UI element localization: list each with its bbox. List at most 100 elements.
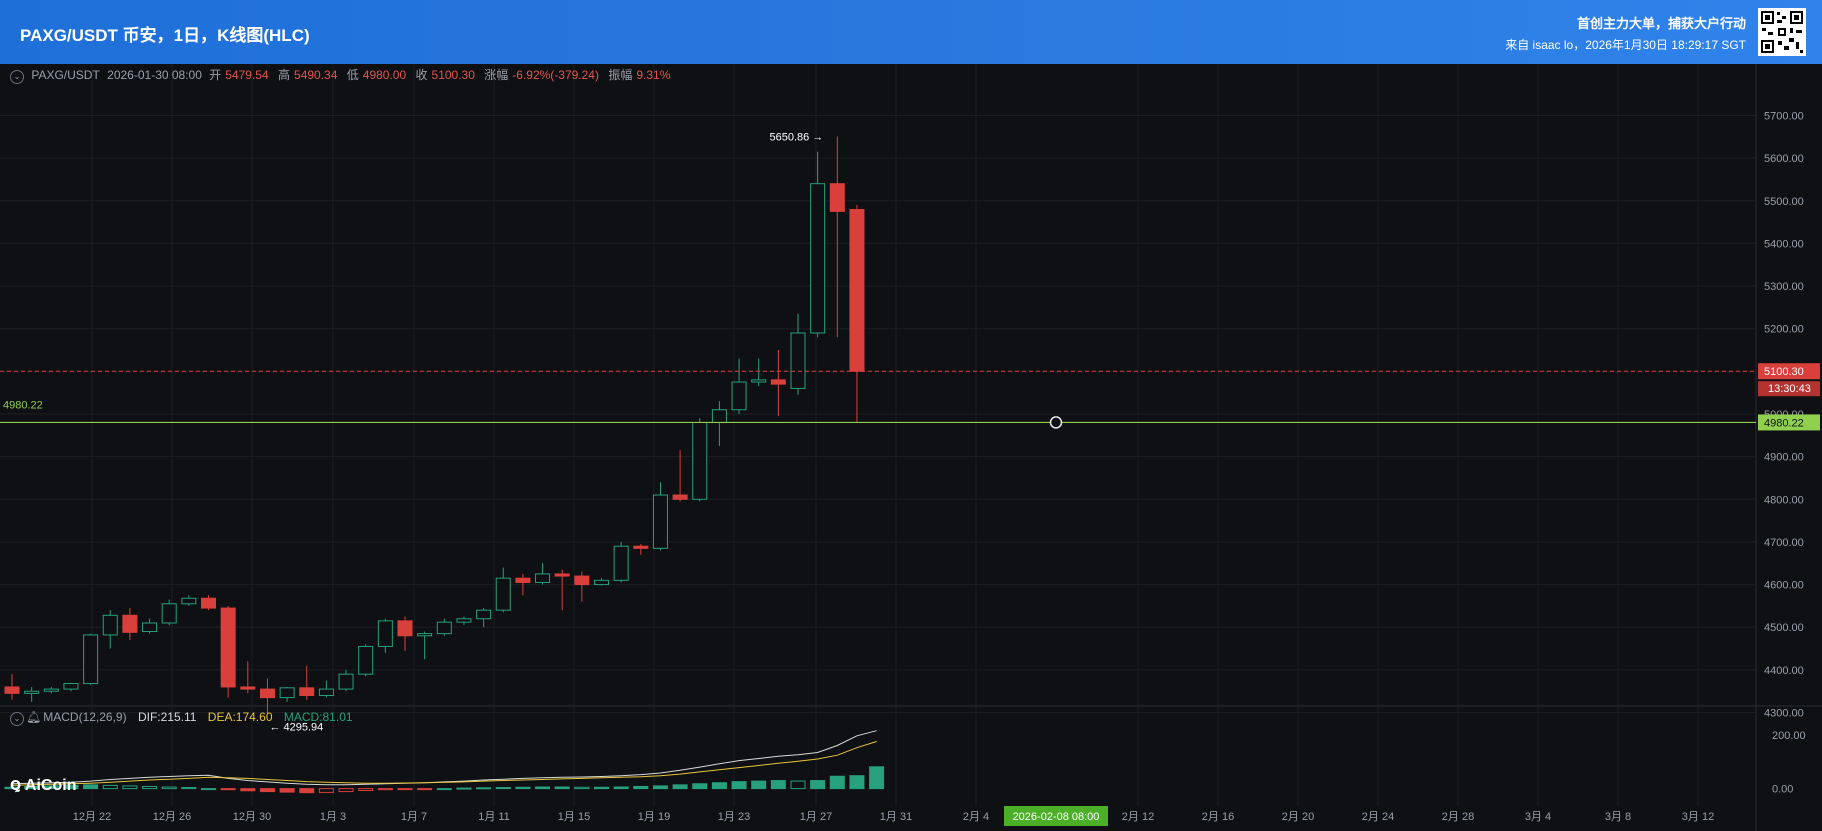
x-tick-label: 2月 28 bbox=[1442, 811, 1474, 823]
bell-icon[interactable]: 🔔︎ bbox=[26, 710, 41, 724]
macd-name: MACD(12,26,9) bbox=[43, 710, 127, 724]
macd-tick-label: 0.00 bbox=[1772, 784, 1793, 796]
macd-bar bbox=[770, 780, 786, 790]
candle-body bbox=[220, 607, 236, 688]
y-tick-label: 5500.00 bbox=[1764, 196, 1804, 208]
macd-bar bbox=[751, 780, 767, 790]
macd-collapse-icon[interactable]: ⌄ bbox=[10, 712, 24, 726]
macd-bar bbox=[554, 786, 570, 790]
macd-bar bbox=[869, 766, 885, 790]
candle-body bbox=[731, 381, 747, 411]
macd-bar bbox=[456, 787, 472, 790]
candle-body bbox=[790, 332, 806, 389]
ohlc-info: ⌄ PAXG/USDT 2026-01-30 08:00 开 5479.54 高5… bbox=[10, 66, 676, 84]
candle-body bbox=[476, 609, 492, 620]
macd-bar bbox=[692, 783, 708, 790]
candle-body bbox=[456, 618, 472, 623]
x-tick-label: 3月 4 bbox=[1525, 811, 1551, 823]
candle-body bbox=[417, 633, 433, 637]
candle-body bbox=[711, 409, 727, 424]
candle-body bbox=[102, 614, 118, 636]
bar-date: 2026-01-30 08:00 bbox=[107, 68, 202, 82]
candle-body bbox=[633, 545, 649, 549]
macd-bar bbox=[849, 775, 865, 790]
candle-body bbox=[299, 687, 315, 696]
candle-body bbox=[63, 683, 79, 690]
candle-body bbox=[43, 688, 59, 692]
macd-bar bbox=[318, 788, 334, 793]
macd-bar bbox=[829, 775, 845, 790]
candle-body bbox=[161, 603, 177, 624]
macd-bar bbox=[535, 786, 551, 790]
macd-panel bbox=[4, 730, 885, 794]
candle-body bbox=[436, 621, 452, 635]
x-tick-label: 12月 26 bbox=[153, 811, 192, 823]
candle-body bbox=[201, 597, 216, 609]
x-tick-label: 2月 20 bbox=[1282, 811, 1314, 823]
macd-bar bbox=[417, 788, 433, 791]
macd-bar bbox=[377, 788, 393, 791]
candle-body bbox=[181, 597, 197, 605]
candle-body bbox=[751, 379, 767, 383]
candle-body bbox=[240, 686, 256, 690]
last-price-value: 5100.30 bbox=[1764, 366, 1804, 378]
macd-bar bbox=[613, 786, 629, 790]
low-value: 4980.00 bbox=[362, 68, 407, 82]
macd-bar bbox=[220, 788, 236, 791]
hline-axis-value: 4980.22 bbox=[1764, 417, 1804, 429]
y-tick-label: 5200.00 bbox=[1764, 324, 1804, 336]
macd-bar bbox=[594, 786, 609, 790]
amp-value: 9.31% bbox=[636, 68, 671, 82]
macd-bar bbox=[240, 788, 256, 792]
candle-body bbox=[24, 690, 40, 694]
candle-body bbox=[554, 573, 570, 577]
candle-body bbox=[829, 183, 845, 212]
macd-bar bbox=[574, 786, 590, 790]
candle-body bbox=[574, 575, 590, 586]
high-marker: 5650.86 → bbox=[769, 131, 823, 143]
candle-body bbox=[613, 545, 629, 581]
macd-bar bbox=[102, 784, 118, 790]
candle-body bbox=[594, 579, 609, 586]
y-tick-label: 4900.00 bbox=[1764, 452, 1804, 464]
macd-info: ⌄ 🔔︎ MACD(12,26,9) DIF:215.11 DEA:174.60 M… bbox=[10, 710, 361, 726]
candle-body bbox=[318, 688, 334, 696]
x-tick-label: 1月 11 bbox=[478, 811, 510, 823]
y-tick-label: 4300.00 bbox=[1764, 708, 1804, 720]
macd-bar bbox=[299, 788, 315, 794]
candle-body bbox=[259, 688, 275, 699]
y-tick-label: 4800.00 bbox=[1764, 494, 1804, 506]
macd-dea: DEA:174.60 bbox=[207, 710, 273, 724]
price-axis: 5700.00 5600.00 5500.00 5400.00 5300.00 5200.… bbox=[1764, 110, 1806, 795]
high-value: 5490.34 bbox=[294, 68, 338, 82]
macd-bar bbox=[476, 787, 492, 790]
y-tick-label: 4400.00 bbox=[1764, 665, 1804, 677]
crosshair-handle bbox=[1049, 416, 1063, 429]
candle-body bbox=[495, 577, 511, 611]
title-bar: PAXG/USDT 币安，1日，K线图(HLC) 首创主力大单，捕获大户行动 来… bbox=[0, 0, 1822, 64]
macd-bar bbox=[397, 788, 413, 791]
x-tick-label: 12月 22 bbox=[73, 811, 112, 823]
candle-body bbox=[672, 494, 688, 500]
x-tick-label: 3月 12 bbox=[1682, 811, 1714, 823]
macd-bar bbox=[711, 782, 727, 790]
logo-text: AiCoin bbox=[24, 777, 77, 794]
qr-code-icon bbox=[1758, 8, 1806, 56]
x-tick-label: 1月 15 bbox=[558, 811, 590, 823]
slogan-text: 首创主力大单，捕获大户行动 bbox=[1576, 16, 1746, 31]
x-tick-label: 1月 31 bbox=[880, 811, 912, 823]
collapse-icon[interactable]: ⌄ bbox=[10, 70, 24, 84]
x-tick-label: 1月 7 bbox=[401, 811, 427, 823]
macd-bar bbox=[161, 786, 177, 790]
candle-body bbox=[142, 622, 158, 633]
x-tick-label: 2月 24 bbox=[1362, 811, 1394, 823]
open-value: 5479.54 bbox=[225, 68, 269, 82]
candle-body bbox=[377, 620, 393, 647]
amp-label: 振幅 bbox=[608, 68, 633, 82]
macd-bar bbox=[672, 784, 688, 790]
y-tick-label: 5300.00 bbox=[1764, 281, 1804, 293]
candle-body bbox=[652, 494, 668, 549]
change-label: 涨幅 bbox=[484, 68, 509, 82]
candle-body bbox=[397, 620, 413, 637]
candle-body bbox=[4, 686, 20, 694]
